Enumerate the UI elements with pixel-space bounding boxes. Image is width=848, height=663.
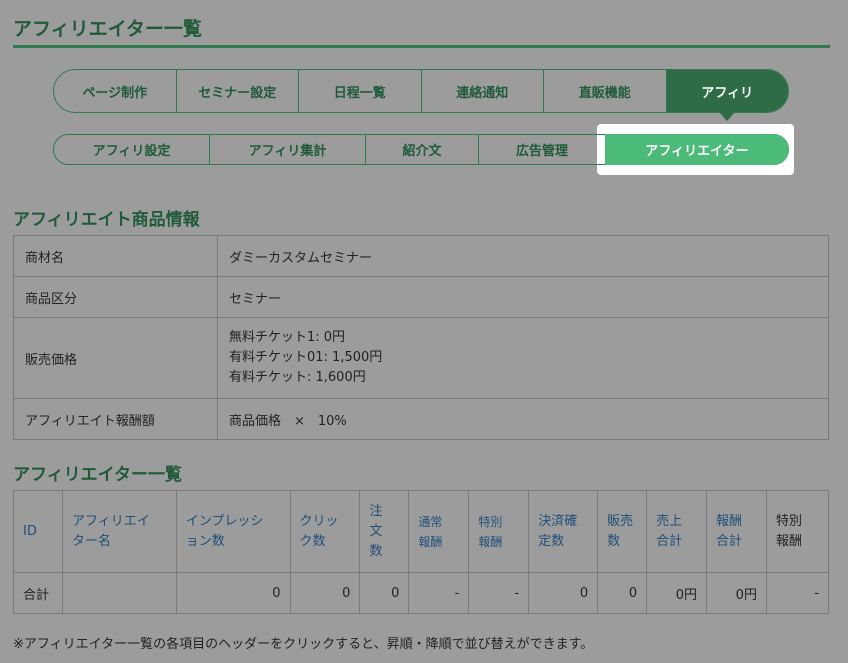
commission-value: 商品価格 × 10% bbox=[217, 398, 829, 440]
col-header-settled-count[interactable]: 決済確 定数 bbox=[528, 490, 599, 573]
header-line: 報酬 bbox=[716, 513, 743, 529]
header-line: 報酬 bbox=[478, 534, 503, 549]
col-header-orders[interactable]: 注文数 bbox=[359, 490, 410, 573]
affiliate-list-table: ID アフィリエイ ター名 インプレッシ ョン数 クリッ ク数 注文数 通常 報酬 特別… bbox=[13, 490, 830, 614]
subtab-ad-management[interactable]: 広告管理 bbox=[479, 135, 605, 164]
header-line: 合計 bbox=[716, 533, 743, 549]
col-header-reward-total[interactable]: 報酬 合計 bbox=[706, 490, 767, 573]
header-line: 販売 bbox=[607, 513, 634, 529]
subtab-affiliaters[interactable]: アフィリエイター bbox=[605, 134, 789, 165]
header-line: 合計 bbox=[656, 533, 683, 549]
header-line: 通常 bbox=[418, 514, 443, 529]
table-row: 販売価格 無料チケット1: 0円 有料チケット01: 1,500円 有料チケット… bbox=[13, 317, 829, 399]
header-line: 特別 bbox=[478, 514, 503, 529]
tab-page-creation[interactable]: ページ制作 bbox=[54, 70, 177, 112]
product-name: ダミーカスタムセミナー bbox=[217, 235, 829, 277]
price-line: 有料チケット01: 1,500円 bbox=[229, 350, 383, 365]
col-header-sales-count[interactable]: 販売数 bbox=[597, 490, 648, 573]
tab-seminar-settings[interactable]: セミナー設定 bbox=[177, 70, 299, 112]
table-cell: 0 bbox=[359, 572, 410, 614]
header-line: 特別 bbox=[775, 513, 802, 529]
col-header-special-reward[interactable]: 特別 報酬 bbox=[468, 490, 530, 573]
table-cell: 0円 bbox=[646, 572, 708, 614]
affiliate-list-title: アフィリエイター一覧 bbox=[13, 465, 182, 485]
product-category: セミナー bbox=[217, 276, 829, 318]
product-info-table: 商材名 ダミーカスタムセミナー 商品区分 セミナー 販売価格 無料チケット1: … bbox=[13, 235, 829, 440]
row-label: 商品区分 bbox=[13, 276, 218, 318]
header-line: 注 bbox=[369, 503, 383, 519]
col-header-sales-total[interactable]: 売上 合計 bbox=[646, 490, 708, 573]
header-line: 数 bbox=[607, 533, 621, 549]
product-info-title: アフィリエイト商品情報 bbox=[13, 210, 200, 230]
header-line: 定数 bbox=[538, 533, 565, 549]
col-header-clicks[interactable]: クリッ ク数 bbox=[289, 490, 361, 573]
total-label: 合計 bbox=[13, 572, 63, 614]
row-label: 販売価格 bbox=[13, 317, 218, 399]
sort-note: ※アフィリエイター一覧の各項目のヘッダーをクリックすると、昇順・降順で並び替えが… bbox=[13, 637, 594, 652]
tab-schedule-list[interactable]: 日程一覧 bbox=[299, 70, 422, 112]
row-label: アフィリエイト報酬額 bbox=[13, 398, 218, 440]
price-list: 無料チケット1: 0円 有料チケット01: 1,500円 有料チケット: 1,6… bbox=[217, 317, 829, 399]
header-line: 決済確 bbox=[538, 513, 578, 529]
subtab-affiliate-stats[interactable]: アフィリ集計 bbox=[210, 135, 366, 164]
table-cell: 0 bbox=[528, 572, 599, 614]
table-cell bbox=[61, 572, 177, 614]
header-line: 報酬 bbox=[418, 534, 443, 549]
subtab-affiliate-settings[interactable]: アフィリ設定 bbox=[54, 135, 210, 164]
header-line: 売上 bbox=[656, 513, 683, 529]
col-header-affiliate-name[interactable]: アフィリエイ ター名 bbox=[61, 490, 177, 573]
col-header-normal-reward[interactable]: 通常 報酬 bbox=[408, 490, 470, 573]
table-cell: - bbox=[468, 572, 530, 614]
header-line: 数 bbox=[369, 543, 383, 559]
header-line: ID bbox=[23, 523, 37, 539]
table-row: 商材名 ダミーカスタムセミナー bbox=[13, 235, 829, 277]
col-header-id[interactable]: ID bbox=[13, 490, 63, 573]
header-line: クリッ bbox=[299, 513, 339, 529]
header-line: 報酬 bbox=[775, 533, 802, 549]
price-line: 有料チケット: 1,600円 bbox=[229, 370, 366, 385]
tab-notifications[interactable]: 連絡通知 bbox=[422, 70, 544, 112]
header-row: ID アフィリエイ ター名 インプレッシ ョン数 クリッ ク数 注文数 通常 報酬 特別… bbox=[13, 490, 830, 573]
header-line: ョン数 bbox=[185, 533, 225, 549]
col-header-impressions[interactable]: インプレッシ ョン数 bbox=[175, 490, 291, 573]
tab-direct-sales[interactable]: 直販機能 bbox=[544, 70, 667, 112]
price-line: 無料チケット1: 0円 bbox=[229, 330, 346, 345]
header-line: ク数 bbox=[299, 533, 326, 549]
page-title: アフィリエイター一覧 bbox=[13, 18, 202, 40]
tab-affiliate[interactable]: アフィリ bbox=[666, 70, 788, 121]
table-row: 商品区分 セミナー bbox=[13, 276, 829, 318]
header-line: アフィリエイ bbox=[71, 513, 150, 529]
header-line: 文 bbox=[369, 523, 383, 539]
table-row: アフィリエイト報酬額 商品価格 × 10% bbox=[13, 398, 829, 440]
subtab-introduction[interactable]: 紹介文 bbox=[366, 135, 479, 164]
table-cell: 0 bbox=[289, 572, 361, 614]
table-cell: - bbox=[765, 572, 830, 614]
col-header-special-reward-2: 特別 報酬 bbox=[765, 490, 830, 573]
title-divider bbox=[13, 45, 830, 48]
table-cell: 0 bbox=[175, 572, 291, 614]
table-cell: 0 bbox=[597, 572, 648, 614]
table-cell: - bbox=[408, 572, 470, 614]
header-line: ター名 bbox=[71, 533, 111, 549]
row-label: 商材名 bbox=[13, 235, 218, 277]
header-line: インプレッシ bbox=[185, 513, 264, 529]
table-row: 合計 0 0 0 - - 0 0 0円 0円 - bbox=[13, 572, 830, 614]
table-cell: 0円 bbox=[706, 572, 767, 614]
main-tab-bar: ページ制作 セミナー設定 日程一覧 連絡通知 直販機能 アフィリ bbox=[53, 69, 789, 121]
